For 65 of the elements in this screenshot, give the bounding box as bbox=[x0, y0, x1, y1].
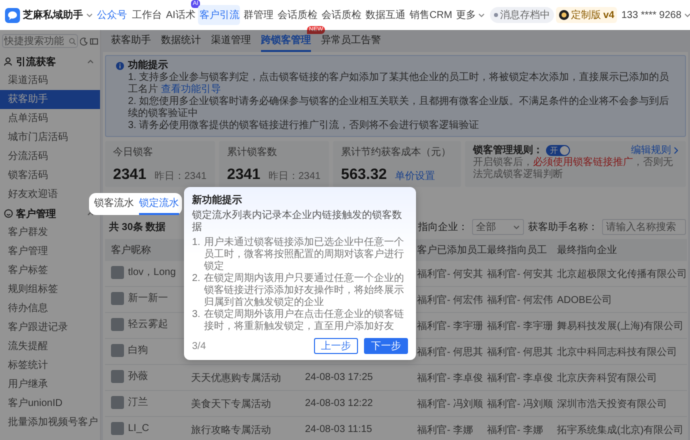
step-counter: 3/4 bbox=[192, 340, 206, 352]
table-cell: 福利官- 冯刘顺 bbox=[487, 398, 554, 410]
table-cell: 北京中科同志科技有限公司 bbox=[557, 346, 677, 358]
stat-value: 2341 bbox=[227, 166, 260, 183]
stat-yesterday: 昨日：2341 bbox=[268, 170, 321, 183]
table-cell-text: 汀兰 bbox=[128, 396, 148, 410]
stat-value: 563.32 bbox=[341, 166, 387, 183]
table-cell: ADOBE公司 bbox=[557, 294, 612, 306]
rule-note: 开启锁客后，必须使用锁客链接推广，否则无法完成锁客逻辑判断 bbox=[473, 157, 674, 181]
table-cell-text: tlov，Long bbox=[128, 266, 176, 280]
stat-yesterday: 昨日：2341 bbox=[154, 170, 207, 183]
table-cell-text: 白狗 bbox=[128, 344, 148, 358]
table-cell: 福利官- 何安其 bbox=[487, 268, 554, 280]
stat-label: 今日锁客 bbox=[113, 146, 154, 159]
table-cell: 福利官- 何思其 bbox=[417, 346, 484, 358]
status-pill: 消息存档中 bbox=[490, 7, 554, 23]
table-cell: 福利官- 何宏伟 bbox=[487, 294, 554, 306]
column-header: 客户已添加员工 bbox=[417, 245, 487, 256]
filter-label: 指向企业： bbox=[418, 220, 468, 234]
notice-text: 3. 请务必使用微客提供的锁客链接进行推广引流，否则将不会进行锁客逻辑验证 bbox=[127, 120, 480, 132]
filter-label: 获客助手名称： bbox=[528, 220, 598, 234]
table-cell: 福利官- 冯刘顺 bbox=[417, 398, 484, 410]
table-cell: 旅行攻略专属活动 bbox=[191, 424, 271, 436]
table-cell: 福利官- 李娜 bbox=[417, 424, 474, 436]
plan-label: 定制版 bbox=[571, 8, 602, 22]
notice-text: 2. 如您使用多企业锁客时请务必确保参与锁客的企业相互关联关，且都拥有微客企业版。不满足条件的企业将不会参与到后续的锁客验证中 bbox=[127, 96, 670, 120]
table-cell: 福利官- 李卓俊 bbox=[487, 372, 554, 384]
table-cell: 福利官- 李宇珊 bbox=[487, 320, 554, 332]
table-cell: 福利官- 何宏伟 bbox=[417, 294, 484, 306]
table-cell: 24-08-03 17:25 bbox=[305, 372, 373, 383]
table-cell: 深圳市浩天投资有限公司 bbox=[557, 398, 667, 410]
table-cell: 北京庆奔科贸有限公司 bbox=[557, 372, 657, 384]
table-cell: 24-08-03 11:15 bbox=[305, 424, 372, 435]
app-name: 芝麻私域助手 bbox=[23, 8, 83, 22]
record-count: 共 30条 数据 bbox=[108, 220, 166, 234]
table-cell: 拓宇系统集成(北京)有限公司 bbox=[557, 424, 684, 436]
column-header: 最终指向企业 bbox=[557, 245, 617, 256]
table-cell: 天天优惠购专属活动 bbox=[191, 372, 281, 384]
plan-version: v4 bbox=[603, 10, 614, 20]
table-cell: 24-08-03 12:22 bbox=[305, 398, 373, 409]
stat-label: 累计锁客数 bbox=[227, 146, 278, 159]
table-cell: 福利官- 何安其 bbox=[417, 268, 484, 280]
table-cell: 福利官- 李娜 bbox=[487, 424, 544, 436]
notice-title: 功能提示 bbox=[128, 60, 168, 72]
notice-text: 1. 支持多企业参与锁客判定，点击锁客链接的客户如添加了某其他企业的员工时，将被锁定本次添加，直接展示已添加的员工名片 查看功能引导 bbox=[127, 72, 670, 96]
step-text: 1. 用户未通过锁客链接添加已选企业中任意一个员工时，微客将按照配置的周期对该客户进行锁定 bbox=[192, 237, 405, 272]
table-cell-text: 轻云雾起 bbox=[128, 318, 168, 332]
step-text: 3. 在锁定周期外该用户在点击任意企业的锁客链接时，将重新触发锁定，直至用户添加好友 bbox=[192, 309, 405, 333]
popover-title: 新功能提示 bbox=[192, 194, 243, 207]
column-header: 客户昵称 bbox=[111, 245, 151, 256]
step-text: 2. 在锁定周期内该用户只要通过任意一个企业的锁客链接进行添添加好友操作时，将始终展示归属到首次触发锁定的企业 bbox=[192, 273, 405, 308]
popover-text: 锁定流水列表内记录本企业内链接触发的锁客数据 bbox=[192, 210, 403, 234]
table-cell: 舞易科技发展(上海)有限公司 bbox=[557, 320, 684, 332]
stat-label: 累计节约获客成本（元） bbox=[341, 146, 452, 159]
table-cell: LI_C bbox=[128, 422, 150, 434]
rule-label: 锁客管理规则： bbox=[473, 144, 543, 156]
column-header: 最终指向员工 bbox=[487, 245, 547, 256]
table-cell: 福利官- 何思其 bbox=[487, 346, 554, 358]
table-cell-text: 新一新一 bbox=[128, 292, 168, 306]
table-cell: 福利官- 李宇珊 bbox=[417, 320, 484, 332]
stat-value: 2341 bbox=[113, 166, 146, 183]
table-cell: 北京超极限文化传播有限公司 bbox=[557, 268, 687, 280]
table-cell-text: 孙薇 bbox=[128, 370, 148, 384]
table-cell: 美食天下专属活动 bbox=[191, 398, 271, 410]
table-cell: 福利官- 李卓俊 bbox=[417, 372, 484, 384]
